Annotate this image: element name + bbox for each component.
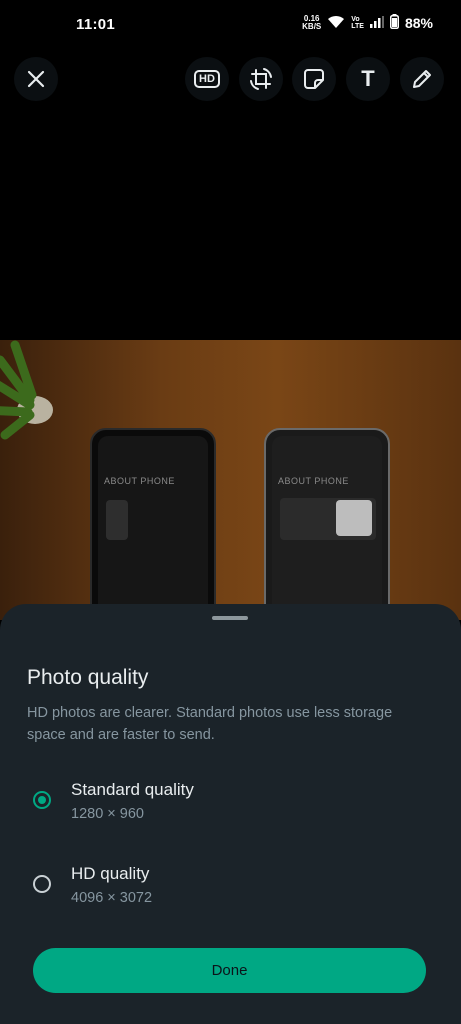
status-bar: 11:01 0.16 KB/S Vo LTE 88% xyxy=(0,0,461,48)
hd-quality-resolution: 4096 × 3072 xyxy=(71,890,153,906)
volte-top: Vo xyxy=(351,16,360,23)
photo-preview: ABOUT PHONE ABOUT PHONE xyxy=(0,340,461,620)
hd-quality-button[interactable]: HD xyxy=(185,57,229,101)
right-phone-title: ABOUT PHONE xyxy=(278,476,349,486)
sticker-button[interactable] xyxy=(292,57,336,101)
left-phone-thumbnail xyxy=(106,500,128,540)
signal-icon xyxy=(369,15,384,31)
right-phone-image: ABOUT PHONE xyxy=(264,428,390,620)
option-hd-quality[interactable]: HD quality 4096 × 3072 xyxy=(0,856,461,916)
volte-bottom: LTE xyxy=(351,23,364,30)
status-indicators: 0.16 KB/S Vo LTE 88% xyxy=(302,14,433,32)
crop-rotate-button[interactable] xyxy=(239,57,283,101)
photo-quality-sheet: Photo quality HD photos are clearer. Sta… xyxy=(0,604,461,1024)
standard-quality-radio[interactable] xyxy=(33,791,51,809)
volte-indicator: Vo LTE xyxy=(351,16,364,30)
sticker-icon xyxy=(304,69,324,89)
pencil-icon xyxy=(413,70,431,88)
close-icon xyxy=(27,70,45,88)
hd-quality-radio[interactable] xyxy=(33,875,51,893)
hd-icon: HD xyxy=(194,70,220,88)
drag-handle[interactable] xyxy=(212,616,248,620)
left-phone-title: ABOUT PHONE xyxy=(104,476,175,486)
status-time: 11:01 xyxy=(76,16,116,33)
editor-toolbar: HD T xyxy=(0,50,461,108)
done-button[interactable]: Done xyxy=(33,948,426,993)
right-phone-screen: ABOUT PHONE xyxy=(272,436,382,620)
right-phone-thumbnail xyxy=(336,500,372,536)
text-icon: T xyxy=(361,66,375,91)
option-standard-quality[interactable]: Standard quality 1280 × 960 xyxy=(0,772,461,832)
standard-quality-label: Standard quality xyxy=(71,780,194,799)
battery-percent: 88% xyxy=(404,15,433,31)
draw-button[interactable] xyxy=(400,57,444,101)
sheet-title: Photo quality xyxy=(27,666,149,689)
left-phone-image: ABOUT PHONE xyxy=(90,428,216,620)
battery-icon xyxy=(389,14,399,32)
crop-rotate-icon xyxy=(250,68,272,90)
close-button[interactable] xyxy=(14,57,58,101)
network-speed-unit: KB/S xyxy=(302,22,322,31)
network-speed: 0.16 KB/S xyxy=(302,15,321,31)
sheet-description: HD photos are clearer. Standard photos u… xyxy=(27,705,393,743)
plant-image xyxy=(0,340,53,440)
standard-quality-resolution: 1280 × 960 xyxy=(71,806,144,822)
text-button[interactable]: T xyxy=(346,57,390,101)
wifi-icon xyxy=(327,15,345,32)
left-phone-screen: ABOUT PHONE xyxy=(98,436,208,620)
hd-quality-label: HD quality xyxy=(71,864,150,883)
